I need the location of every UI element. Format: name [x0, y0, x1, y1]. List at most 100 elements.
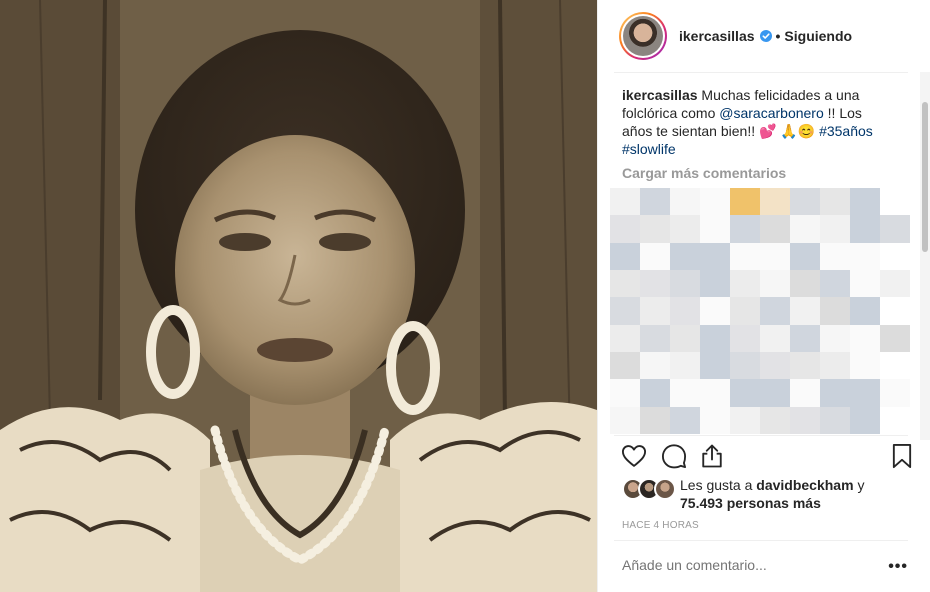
blur-pixel [850, 297, 880, 325]
caption-mention[interactable]: @saracarbonero [719, 105, 824, 121]
post-header: ikercasillas • Siguiendo [598, 0, 930, 72]
blur-pixel [610, 270, 640, 298]
verified-badge-icon [759, 30, 772, 42]
caption-username[interactable]: ikercasillas [622, 87, 698, 103]
blur-pixel [640, 379, 670, 407]
blur-pixel [760, 406, 790, 434]
blur-pixel [760, 242, 790, 270]
blur-pixel [730, 324, 760, 352]
blur-pixel [760, 297, 790, 325]
blur-pixel [760, 379, 790, 407]
blur-pixel [850, 215, 880, 243]
blur-pixel [670, 188, 700, 216]
blur-pixel [850, 379, 880, 407]
comments-scrollbar[interactable] [920, 72, 930, 440]
blur-pixel [700, 297, 730, 325]
blur-pixel [610, 406, 640, 434]
comment-bubble-icon[interactable] [660, 442, 688, 470]
blur-pixel [850, 324, 880, 352]
blur-pixel [880, 215, 910, 243]
actions-divider [614, 435, 908, 436]
blur-pixel [730, 297, 760, 325]
blur-pixel [670, 242, 700, 270]
blur-pixel [880, 297, 910, 325]
blur-pixel [850, 242, 880, 270]
likes-connector: y [857, 477, 865, 493]
header-separator-dot: • [775, 28, 781, 44]
blurred-comments-area [610, 188, 910, 434]
blur-pixel [820, 352, 850, 380]
blur-pixel [760, 352, 790, 380]
load-more-comments-link[interactable]: Cargar más comentarios [622, 165, 786, 181]
blur-pixel [640, 242, 670, 270]
user-avatar[interactable] [619, 12, 667, 60]
liker-username[interactable]: davidbeckham [756, 477, 853, 493]
add-comment-input[interactable] [622, 557, 872, 573]
blur-pixel [850, 406, 880, 434]
post-caption: ikercasillas Muchas felicidades a una fo… [622, 86, 892, 158]
bookmark-icon[interactable] [888, 442, 916, 470]
blur-pixel [760, 324, 790, 352]
blur-pixel [700, 188, 730, 216]
likes-summary: Les gusta a davidbeckham y 75.493 person… [622, 476, 922, 516]
blur-pixel [790, 215, 820, 243]
caption-hashtag-slowlife[interactable]: #slowlife [622, 141, 676, 157]
post-side-panel: ikercasillas • Siguiendo ikercasillas Mu… [597, 0, 930, 592]
liker-avatar[interactable] [654, 478, 676, 500]
blur-pixel [730, 242, 760, 270]
blur-pixel [820, 297, 850, 325]
blur-pixel [880, 406, 910, 434]
blur-pixel [880, 379, 910, 407]
blur-pixel [700, 352, 730, 380]
blur-pixel [610, 352, 640, 380]
more-options-icon[interactable]: ••• [888, 558, 908, 576]
blur-pixel [880, 324, 910, 352]
blur-pixel [790, 352, 820, 380]
blur-pixel [670, 324, 700, 352]
blur-pixel [760, 215, 790, 243]
blur-pixel [640, 297, 670, 325]
blur-pixel [820, 324, 850, 352]
blur-pixel [640, 324, 670, 352]
blur-pixel [730, 352, 760, 380]
follow-status-button[interactable]: Siguiendo [784, 28, 852, 44]
likes-count[interactable]: 75.493 personas más [680, 495, 821, 511]
liker-avatars [622, 478, 676, 500]
blur-pixel [700, 379, 730, 407]
blur-pixel [760, 270, 790, 298]
blur-pixel [670, 270, 700, 298]
post-timestamp[interactable]: HACE 4 HORAS [622, 520, 699, 531]
blur-pixel [670, 215, 700, 243]
heart-icon[interactable] [620, 442, 648, 470]
blur-pixel [880, 188, 910, 216]
post-actions-bar [620, 442, 916, 472]
blur-pixel [610, 242, 640, 270]
blur-pixel [790, 406, 820, 434]
header-username[interactable]: ikercasillas [679, 28, 755, 44]
blur-pixel [820, 406, 850, 434]
blur-pixel [700, 215, 730, 243]
blur-pixel [610, 215, 640, 243]
blur-pixel [880, 270, 910, 298]
blur-pixel [670, 352, 700, 380]
blur-pixel [850, 352, 880, 380]
blur-pixel [730, 215, 760, 243]
blur-pixel [700, 270, 730, 298]
caption-hashtag-35anos[interactable]: #35años [819, 123, 873, 139]
blur-pixel [700, 324, 730, 352]
blur-pixel [640, 215, 670, 243]
blur-pixel [790, 188, 820, 216]
blur-pixel [790, 379, 820, 407]
blur-pixel [790, 242, 820, 270]
blur-pixel [820, 379, 850, 407]
blur-pixel [700, 406, 730, 434]
share-icon[interactable] [698, 442, 726, 470]
vintage-portrait-image [0, 0, 597, 592]
scrollbar-thumb[interactable] [922, 102, 928, 252]
blur-pixel [640, 270, 670, 298]
blur-pixel [790, 324, 820, 352]
blur-pixel [880, 352, 910, 380]
blur-pixel [730, 270, 760, 298]
blur-pixel [790, 270, 820, 298]
post-photo[interactable] [0, 0, 597, 592]
